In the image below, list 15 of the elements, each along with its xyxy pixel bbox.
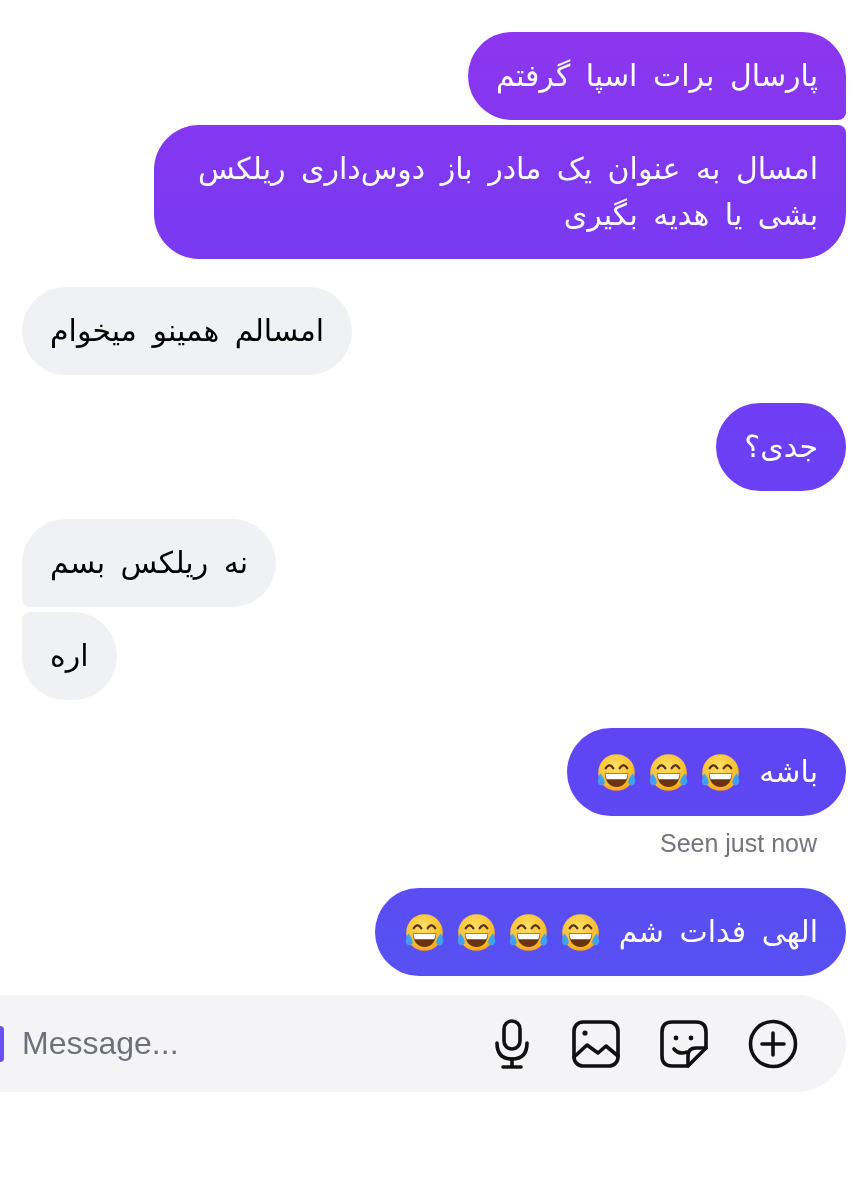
image-icon[interactable] [572, 1019, 620, 1068]
message-text: امسال به عنوان یک مادر باز دوس‌داری ریلکس بشی یا هدیه بگیری [196, 150, 818, 234]
message-text: پارسال برات اسپا گرفتم [496, 57, 818, 96]
add-icon[interactable] [748, 1018, 798, 1069]
message-text: نه ریلکس بسم [50, 544, 249, 583]
message-text: اره [50, 637, 89, 675]
microphone-icon[interactable] [492, 1018, 532, 1069]
message-text: امسالم همینو میخوام [50, 312, 325, 351]
message-text: جدی؟ [744, 428, 818, 466]
message-text: باشه [759, 753, 818, 791]
camera-button[interactable] [0, 1025, 4, 1062]
message-input[interactable]: Message... [22, 1025, 492, 1062]
sticker-icon[interactable] [660, 1019, 708, 1068]
seen-receipt: Seen just now [659, 830, 817, 856]
message-text: الهی فدات شم [618, 913, 818, 952]
